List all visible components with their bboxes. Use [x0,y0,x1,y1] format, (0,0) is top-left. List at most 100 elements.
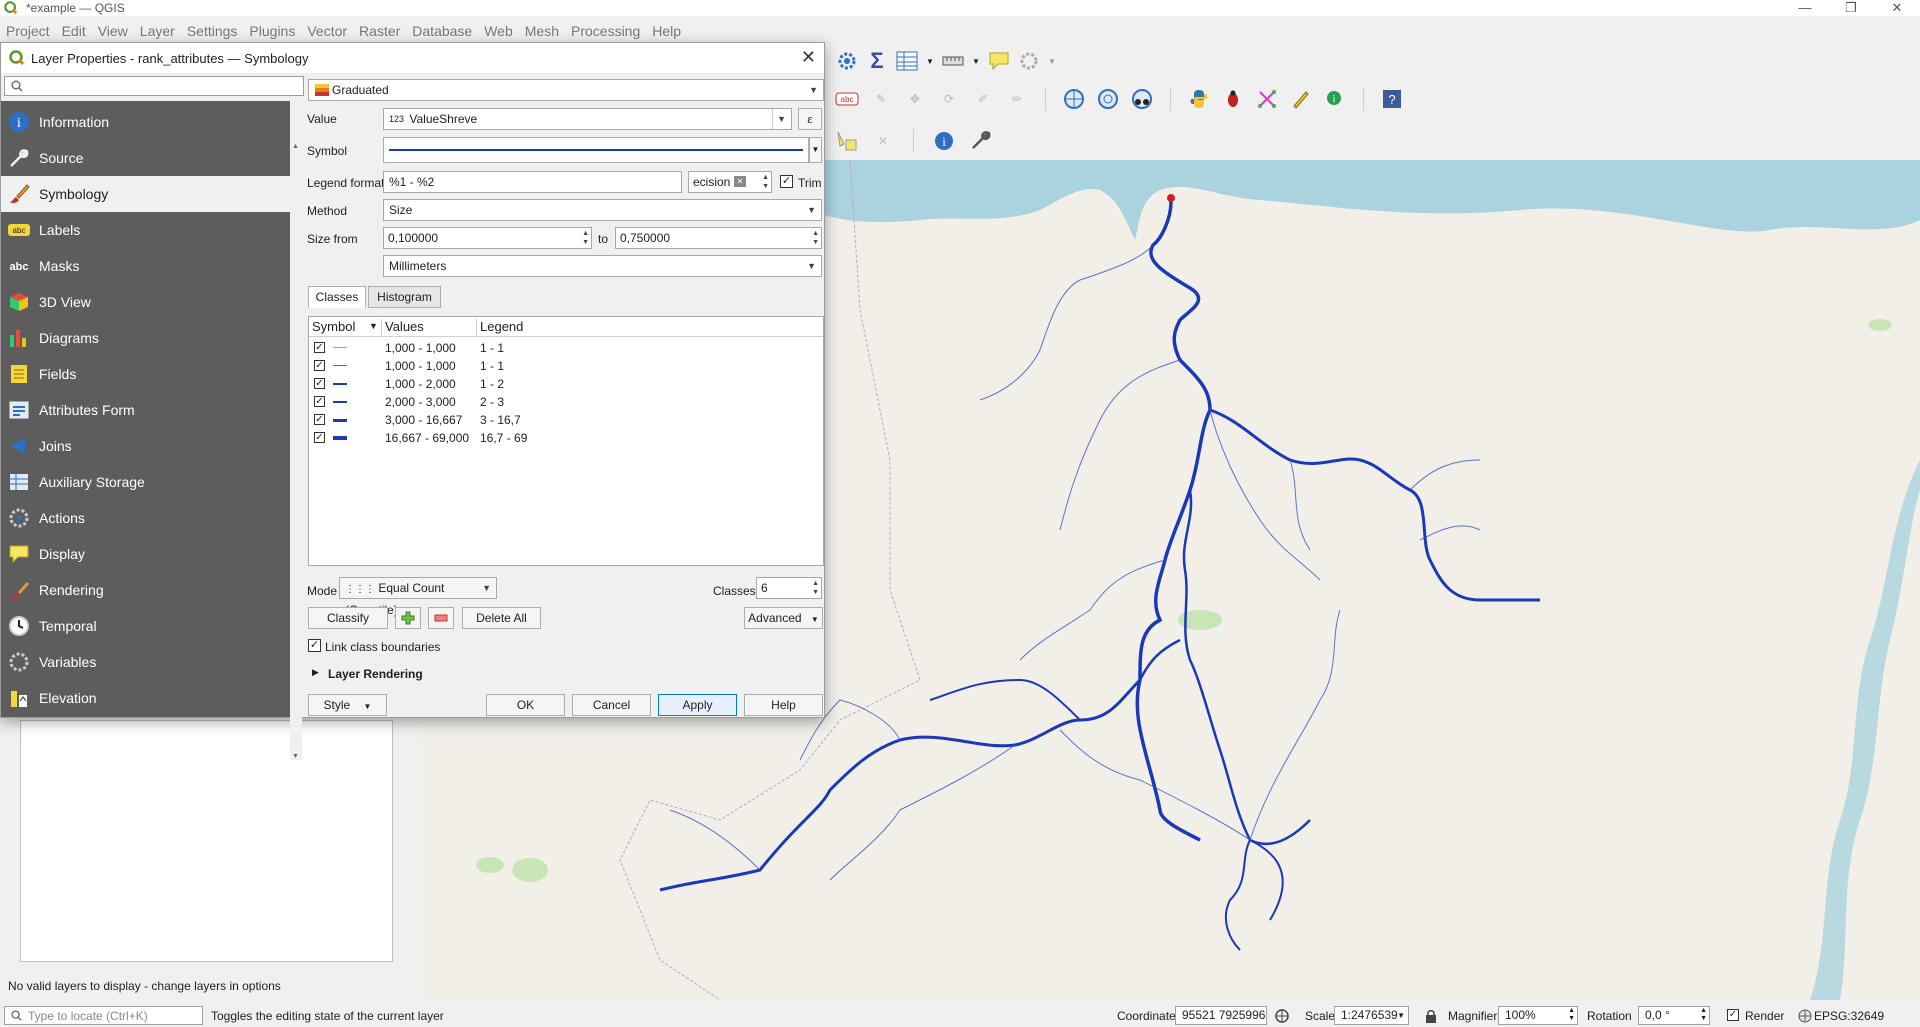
label-move-icon[interactable]: ✥ [903,87,927,111]
precision-spinbox[interactable]: ecision : ✕ ▲ ▼ [688,171,772,193]
spin-arrows-icon[interactable]: ▲ ▼ [812,229,819,247]
sidebar-item-display[interactable]: Display [1,536,290,572]
maximize-button[interactable]: ❐ [1828,0,1874,16]
size-from-spinbox[interactable]: 0,100000 ▲ ▼ [383,227,592,249]
scale-combo[interactable]: 1:2476539 ▼ [1334,1006,1409,1025]
measure-ruler-icon[interactable] [941,49,965,73]
advanced-button[interactable]: Advanced ▼ [744,607,823,629]
tab-histogram[interactable]: Histogram [368,286,441,308]
crs-globe-icon[interactable] [1798,1009,1812,1023]
menu-mesh[interactable]: Mesh [519,23,565,39]
chevron-down-icon[interactable]: ▼ [971,49,981,73]
tab-classes[interactable]: Classes [308,286,366,308]
magnifier-spinbox[interactable]: 100% ▲ ▼ [1498,1006,1578,1025]
menu-plugins[interactable]: Plugins [243,23,301,39]
sidebar-item-fields[interactable]: Fields [1,356,290,392]
class-legend[interactable]: 16,7 - 69 [480,431,527,445]
close-icon[interactable]: ✕ [801,47,816,68]
spin-arrows-icon[interactable]: ▲ ▼ [762,173,769,191]
mode-combo[interactable]: ⋮⋮⋮ Equal Count (Quantile) ▼ [339,577,497,617]
units-combo[interactable]: Millimeters ▼ [383,255,822,277]
size-to-spinbox[interactable]: 0,750000 ▲ ▼ [615,227,822,249]
label-rotate-icon[interactable]: ⟳ [937,87,961,111]
sidebar-item-actions[interactable]: Actions [1,500,290,536]
menu-edit[interactable]: Edit [56,23,92,39]
menu-help[interactable]: Help [646,23,687,39]
label-abc-icon[interactable]: abc [835,87,859,111]
locator-search-input[interactable]: Type to locate (Ctrl+K) [4,1006,203,1025]
apply-button[interactable]: Apply [658,694,737,716]
classes-table[interactable]: Symbol ▼ Values Legend ✓ 1,000 - 1,000 1… [308,316,824,566]
help-question-icon[interactable]: ? [1380,87,1404,111]
scroll-down-icon[interactable]: ▼ [292,753,299,760]
settings-gear-icon[interactable] [835,49,859,73]
method-combo[interactable]: Size ▼ [383,199,822,221]
class-visible-checkbox[interactable]: ✓ [314,414,325,425]
menu-database[interactable]: Database [406,23,478,39]
class-row[interactable]: ✓ 16,667 - 69,000 16,7 - 69 [309,429,823,447]
class-visible-checkbox[interactable]: ✓ [314,396,325,407]
close-window-button[interactable]: ✕ [1874,0,1920,16]
info-icon[interactable]: i [932,129,956,153]
sidebar-item-3d-view[interactable]: 3D View [1,284,290,320]
sidebar-item-temporal[interactable]: Temporal [1,608,290,644]
statistics-sigma-icon[interactable]: Σ [865,48,889,73]
sidebar-item-masks[interactable]: abc Masks [1,248,290,284]
menu-layer[interactable]: Layer [134,23,181,39]
renderer-combo[interactable]: Graduated ▼ [308,79,824,101]
sidebar-item-diagrams[interactable]: Diagrams [1,320,290,356]
network-icon[interactable] [1255,87,1279,111]
sidebar-item-labels[interactable]: abc Labels [1,212,290,248]
menu-web[interactable]: Web [478,23,519,39]
spin-arrows-icon[interactable]: ▲ ▼ [1700,1007,1707,1023]
add-class-button[interactable] [395,607,421,629]
column-values[interactable]: Values [381,319,424,337]
class-values[interactable]: 16,667 - 69,000 [385,431,469,445]
class-symbol-swatch[interactable] [333,365,347,366]
menu-processing[interactable]: Processing [565,23,646,39]
python-icon[interactable] [1187,87,1211,111]
class-visible-checkbox[interactable]: ✓ [314,342,325,353]
binoculars-icon[interactable] [1130,87,1154,111]
sort-chevron-icon[interactable]: ▼ [369,321,378,331]
symbol-menu-button[interactable]: ▼ [809,137,822,163]
wrench-icon[interactable] [968,129,992,153]
dialog-search-input[interactable] [4,76,304,96]
attribute-table-icon[interactable] [895,49,919,73]
wfs-globe-icon[interactable] [1096,87,1120,111]
sidebar-item-auxiliary-storage[interactable]: Auxiliary Storage [1,464,290,500]
class-symbol-swatch[interactable] [333,401,347,403]
class-row[interactable]: ✓ 1,000 - 2,000 1 - 2 [309,375,823,393]
chevron-down-icon[interactable]: ▼ [1047,49,1057,73]
classes-count-spinbox[interactable]: 6 ▲ ▼ [756,577,822,599]
class-symbol-swatch[interactable] [333,347,347,348]
expand-triangle-icon[interactable]: ▶ [312,667,319,678]
identify-info-icon[interactable]: i [1323,87,1347,111]
crs-label[interactable]: EPSG:32649 [1814,1009,1884,1023]
value-field-combo[interactable]: 123 ValueShreve ▼ [383,108,792,130]
content-scrollbar[interactable]: ▲ ▼ [290,143,302,760]
class-values[interactable]: 2,000 - 3,000 [385,395,456,409]
menu-raster[interactable]: Raster [353,23,406,39]
spin-arrows-icon[interactable]: ▲ ▼ [1568,1007,1575,1023]
menu-project[interactable]: Project [0,23,56,39]
sidebar-item-joins[interactable]: Joins [1,428,290,464]
class-legend[interactable]: 1 - 2 [480,377,504,391]
trim-checkbox[interactable]: ✓ [780,175,793,188]
menu-view[interactable]: View [92,23,134,39]
menu-settings[interactable]: Settings [181,23,244,39]
chevron-down-icon[interactable]: ▼ [1397,1007,1405,1024]
chevron-down-icon[interactable]: ▼ [925,49,935,73]
class-symbol-swatch[interactable] [333,436,347,440]
cancel-button[interactable]: Cancel [572,694,651,716]
sidebar-item-variables[interactable]: ε Variables [1,644,290,680]
coordinate-field[interactable]: 95521 7925996 [1175,1006,1267,1025]
class-row[interactable]: ✓ 3,000 - 16,667 3 - 16,7 [309,411,823,429]
map-tips-icon[interactable] [987,49,1011,73]
symbol-button[interactable] [383,137,809,163]
locator-settings-icon[interactable] [1017,49,1041,73]
class-legend[interactable]: 1 - 1 [480,341,504,355]
class-values[interactable]: 1,000 - 2,000 [385,377,456,391]
label-change-icon[interactable]: ✐ [971,87,995,111]
class-visible-checkbox[interactable]: ✓ [314,378,325,389]
